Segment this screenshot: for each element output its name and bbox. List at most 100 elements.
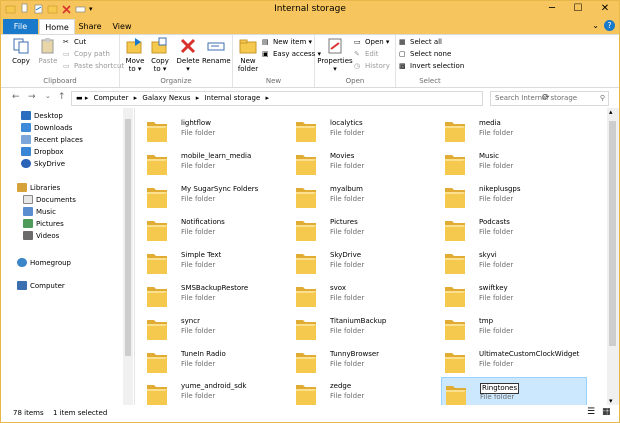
file-item[interactable]: zedge File folder (292, 377, 438, 407)
file-item[interactable]: Music File folder (441, 147, 587, 177)
tab-share[interactable]: Share (75, 19, 105, 34)
file-item[interactable]: TunnyBrowser File folder (292, 345, 438, 375)
nav-item-pictures[interactable]: Pictures (23, 219, 64, 228)
nav-item-dropbox[interactable]: Dropbox (21, 147, 64, 156)
file-item[interactable]: Simple Text File folder (143, 246, 289, 276)
details-view-icon[interactable]: ☰ (587, 407, 595, 417)
nav-item-music[interactable]: Music (23, 207, 56, 216)
up-arrow-icon[interactable]: ↑ (58, 92, 66, 102)
file-item[interactable]: skyvi File folder (441, 246, 587, 276)
breadcrumb-galaxy-nexus[interactable]: Galaxy Nexus (142, 94, 190, 102)
history-button[interactable]: ◷ History (354, 62, 390, 70)
file-item[interactable]: tmp File folder (441, 312, 587, 342)
file-item[interactable]: Pictures File folder (292, 213, 438, 243)
file-item[interactable]: Podcasts File folder (441, 213, 587, 243)
nav-item-downloads[interactable]: Downloads (21, 123, 72, 132)
content-scrollbar-thumb[interactable] (609, 121, 616, 346)
breadcrumb-internal-storage[interactable]: Internal storage (204, 94, 260, 102)
file-item[interactable]: UltimateCustomClockWidget File folder (441, 345, 587, 375)
search-icon[interactable]: ⚲ (600, 92, 605, 105)
file-item[interactable]: myalbum File folder (292, 180, 438, 210)
file-item[interactable]: localytics File folder (292, 114, 438, 144)
nav-item-videos[interactable]: Videos (23, 231, 59, 240)
expand-ribbon-icon[interactable]: ⌄ (592, 21, 599, 30)
file-item[interactable]: Ringtones File folder (441, 377, 587, 407)
address-bar[interactable]: ▬ ▸ Computer ▸ Galaxy Nexus ▸ Internal s… (71, 91, 550, 106)
tiles-view-icon[interactable]: ▦ (602, 407, 611, 417)
rename-button[interactable]: Rename (202, 37, 231, 65)
file-item[interactable]: syncr File folder (143, 312, 289, 342)
nav-music-label: Music (36, 207, 56, 216)
open-button[interactable]: ▭ Open ▾ (354, 38, 389, 46)
file-name: localytics (330, 119, 363, 127)
file-name: Simple Text (181, 251, 222, 259)
delete-button[interactable]: Delete ▾ (176, 37, 200, 73)
invert-selection-button[interactable]: ▩ Invert selection (399, 62, 464, 70)
nav-item-computer[interactable]: Computer (17, 281, 65, 290)
file-item[interactable]: nikeplusgps File folder (441, 180, 587, 210)
file-item[interactable]: yume_android_sdk File folder (143, 377, 289, 407)
scroll-up-icon[interactable]: ▴ (609, 108, 613, 116)
forward-arrow-icon[interactable]: → (28, 92, 36, 102)
nav-item-recent-places[interactable]: Recent places (21, 135, 83, 144)
tab-home[interactable]: Home (39, 19, 75, 35)
new-item-button[interactable]: ▤ New item ▾ (262, 38, 312, 46)
file-type: File folder (479, 195, 514, 203)
copy-path-label: Copy path (74, 50, 110, 58)
copy-to-icon (151, 37, 167, 54)
cut-button[interactable]: ✂ Cut (63, 38, 86, 46)
tab-file[interactable]: File (3, 19, 38, 34)
copy-label: Copy (12, 57, 30, 65)
new-folder-button[interactable]: New folder (235, 37, 261, 73)
help-icon[interactable]: ? (604, 20, 615, 31)
nav-item-documents[interactable]: Documents (23, 195, 76, 204)
recent-dropdown-icon[interactable]: ⌄ (45, 92, 51, 100)
copy-button[interactable]: Copy (9, 37, 33, 65)
minimize-button[interactable]: ─ (539, 1, 565, 17)
move-to-button[interactable]: Move to ▾ (123, 37, 147, 73)
nav-item-skydrive[interactable]: SkyDrive (21, 159, 65, 168)
file-item[interactable]: mobile_learn_media File folder (143, 147, 289, 177)
nav-item-libraries[interactable]: Libraries (17, 183, 60, 192)
folder-icon (147, 155, 167, 175)
file-item[interactable]: lightflow File folder (143, 114, 289, 144)
maximize-button[interactable]: ☐ (565, 1, 591, 17)
breadcrumb-sep-3[interactable]: ▸ (266, 94, 270, 102)
file-item[interactable]: svox File folder (292, 279, 438, 309)
tab-view[interactable]: View (105, 19, 139, 34)
libraries-icon (17, 183, 27, 192)
paste-shortcut-button[interactable]: ▭ Paste shortcut (63, 62, 124, 70)
breadcrumb-sep-2[interactable]: ▸ (196, 94, 200, 102)
nav-item-desktop[interactable]: Desktop (21, 111, 63, 120)
copy-to-button[interactable]: Copy to ▾ (148, 37, 172, 73)
file-item[interactable]: TuneIn Radio File folder (143, 345, 289, 375)
properties-label-2: ▾ (333, 65, 337, 73)
close-button[interactable]: ✕ (591, 1, 619, 17)
search-input[interactable]: Search Internal storage ⚲ (490, 91, 609, 106)
nav-scrollbar-thumb[interactable] (125, 119, 131, 356)
file-name: Movies (330, 152, 355, 160)
file-item[interactable]: SkyDrive File folder (292, 246, 438, 276)
breadcrumb-sep-1[interactable]: ▸ (134, 94, 138, 102)
scroll-down-icon[interactable]: ▾ (609, 397, 613, 405)
back-arrow-icon[interactable]: ← (12, 92, 20, 102)
file-item[interactable]: Movies File folder (292, 147, 438, 177)
easy-access-button[interactable]: ▣ Easy access ▾ (262, 50, 321, 58)
file-type: File folder (479, 294, 514, 302)
file-item[interactable]: swiftkey File folder (441, 279, 587, 309)
file-type: File folder (480, 393, 515, 401)
file-item[interactable]: SMSBackupRestore File folder (143, 279, 289, 309)
paste-button[interactable]: Paste (36, 37, 60, 65)
nav-item-homegroup[interactable]: Homegroup (17, 258, 71, 267)
select-all-button[interactable]: ▦ Select all (399, 38, 442, 46)
copy-path-button[interactable]: ▭ Copy path (63, 50, 110, 58)
breadcrumb-computer[interactable]: Computer (94, 94, 129, 102)
file-item[interactable]: Notifications File folder (143, 213, 289, 243)
edit-button[interactable]: ✎ Edit (354, 50, 379, 58)
properties-button[interactable]: Properties ▾ (317, 37, 353, 73)
documents-icon (23, 195, 33, 204)
file-item[interactable]: My SugarSync Folders File folder (143, 180, 289, 210)
file-item[interactable]: media File folder (441, 114, 587, 144)
select-none-button[interactable]: ▢ Select none (399, 50, 451, 58)
file-item[interactable]: TitaniumBackup File folder (292, 312, 438, 342)
